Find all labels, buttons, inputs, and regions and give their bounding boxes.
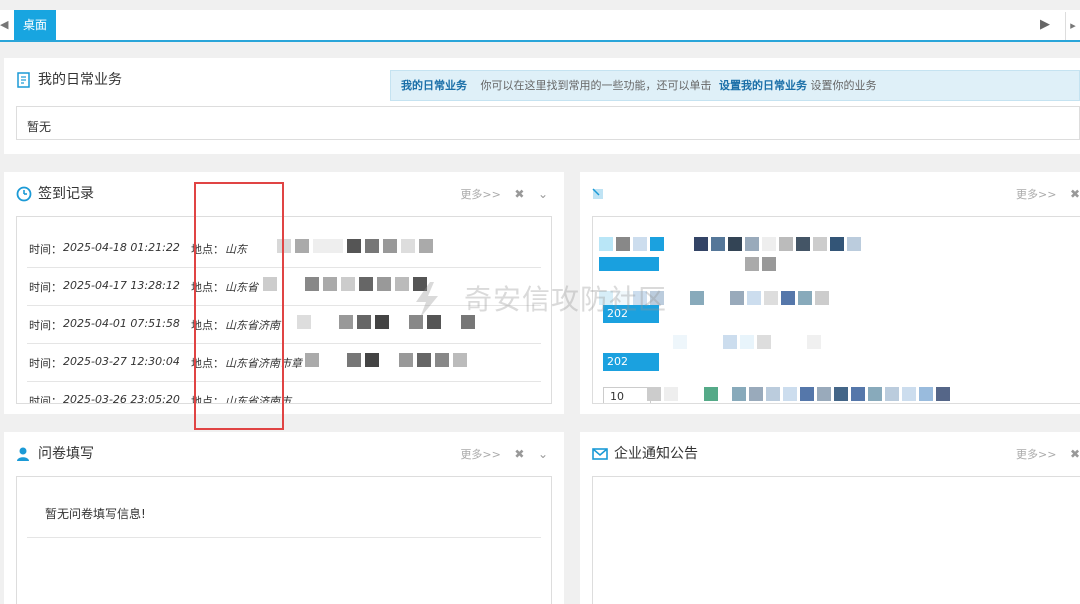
daily-business-tip: 我的日常业务 你可以在这里找到常用的一些功能，还可以单击 设置我的日常业务 设置… [390,70,1080,101]
survey-panel: 问卷填写 更多>> ✖ ⌄ 暂无问卷填写信息! [4,432,564,604]
highlight-box [194,182,284,430]
time-value: 2025-04-18 01:21:22 [63,241,180,254]
mail-icon [592,448,608,460]
tip-text: 你可以在这里找到常用的一些功能，还可以单击 [480,79,712,92]
notice-header: 企业通知公告 更多>> ✖ [580,432,1080,476]
tip-setup-link[interactable]: 设置我的日常业务 [719,79,807,92]
signin-row: 时间： 2025-04-18 01:21:22 地点： 山东 [27,229,541,268]
date-badge: 202 [603,353,659,371]
daily-business-title: 我的日常业务 [38,72,122,88]
survey-more-link[interactable]: 更多>> [460,433,500,477]
close-icon[interactable]: ✖ [1070,172,1080,216]
list-item: 暂无问卷填写信息! [27,487,541,538]
tab-bar: ◀ 桌面 ▶ ▸ [0,10,1080,42]
notice-panel: 企业通知公告 更多>> ✖ [580,432,1080,604]
tab-scroll-left-icon[interactable]: ◀ [0,18,10,32]
chevron-down-icon[interactable]: ⌄ [538,432,548,476]
survey-tools: 更多>> ✖ ⌄ [450,432,548,476]
redacted-location [277,239,433,255]
watermark-text: 奇安信攻防社区 [464,283,668,316]
time-label: 时间： [29,395,62,404]
notice-more-link[interactable]: 更多>> [1016,433,1056,477]
time-label: 时间： [29,357,62,370]
tip-title: 我的日常业务 [401,79,467,92]
time-value: 2025-04-01 07:51:58 [63,317,180,330]
daily-business-content: 暂无 [16,106,1080,140]
survey-header: 问卷填写 更多>> ✖ ⌄ [4,432,564,476]
notice-tools: 更多>> ✖ [1006,432,1080,476]
close-icon[interactable]: ✖ [514,432,524,476]
time-value: 2025-03-27 12:30:04 [63,355,180,368]
time-value: 2025-04-17 13:28:12 [63,279,180,292]
redacted-row [599,257,776,273]
tab-desktop[interactable]: 桌面 [14,10,56,40]
close-icon[interactable]: ✖ [1070,432,1080,476]
survey-title: 问卷填写 [38,446,94,462]
announcement-header: 更多>> ✖ [580,172,1080,216]
signin-more-link[interactable]: 更多>> [460,173,500,217]
redacted-row [647,387,950,403]
signin-title: 签到记录 [38,186,94,202]
chevron-down-icon[interactable]: ⌄ [538,172,548,216]
tab-scroll-right-icon[interactable]: ▶ [1040,17,1056,33]
time-label: 时间： [29,319,62,332]
announcement-tools: 更多>> ✖ [1006,172,1080,216]
redacted-location [305,353,467,369]
announcement-more-link[interactable]: 更多>> [1016,173,1056,217]
date-badge-small: 10 [603,387,651,403]
signin-header: 签到记录 更多>> ✖ ⌄ [4,172,564,216]
survey-list: 暂无问卷填写信息! [16,476,552,604]
time-label: 时间： [29,243,62,256]
redacted-location [263,277,427,293]
notice-list [592,476,1080,604]
survey-empty: 暂无问卷填写信息! [45,507,146,521]
document-icon [17,72,30,88]
tip-suffix: 设置你的业务 [810,79,877,92]
redacted-row [673,335,821,351]
user-edit-icon [17,447,29,461]
signin-row: 时间： 2025-03-26 23:05:20 地点： 山东省济南市 [27,381,541,404]
clock-icon [16,186,32,202]
tab-menu-icon[interactable]: ▸ [1065,12,1080,40]
daily-business-empty: 暂无 [27,120,52,134]
signin-tools: 更多>> ✖ ⌄ [450,172,548,216]
signin-row: 时间： 2025-03-27 12:30:04 地点： 山东省济南市章 [27,343,541,382]
announcement-icon [592,188,603,199]
close-icon[interactable]: ✖ [514,172,524,216]
time-value: 2025-03-26 23:05:20 [63,393,180,404]
redacted-row [599,237,861,253]
time-label: 时间： [29,281,62,294]
watermark-logo-icon [416,282,438,318]
notice-title: 企业通知公告 [614,446,698,462]
